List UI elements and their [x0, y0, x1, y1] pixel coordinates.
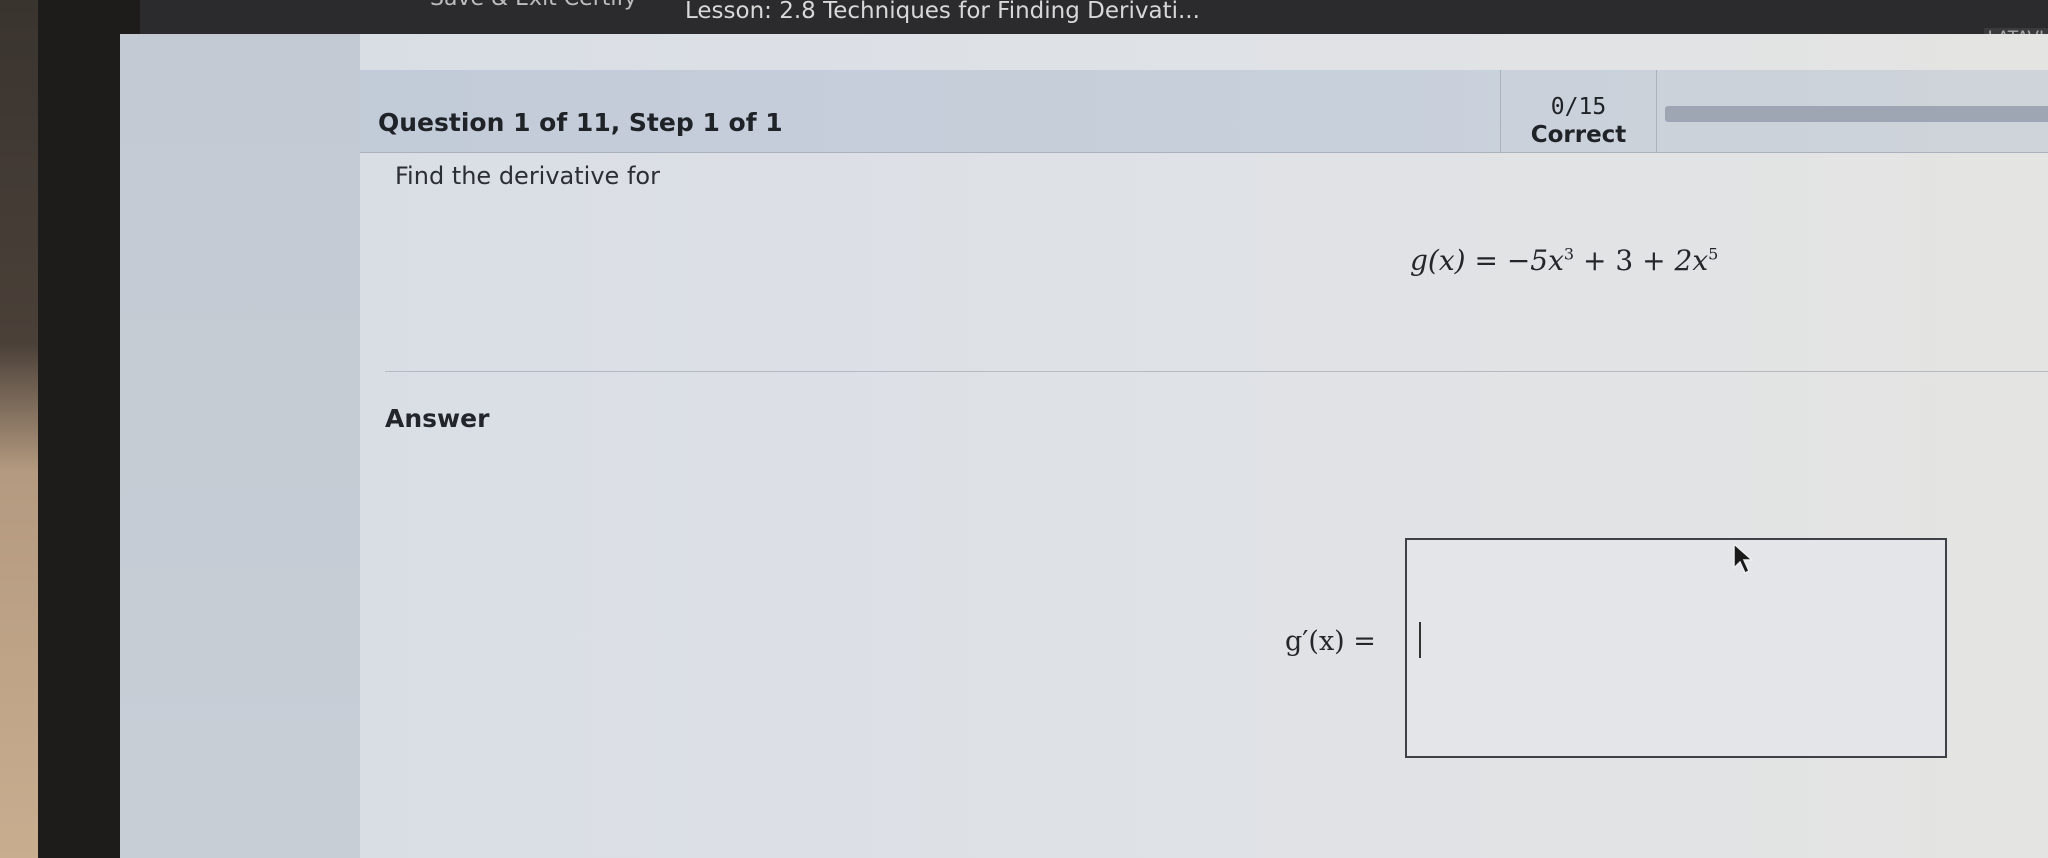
text-caret — [1419, 622, 1421, 658]
equation-op2: + — [1642, 244, 1666, 277]
equation-term2: 3 — [1615, 244, 1634, 277]
answer-lhs: g′(x) = — [1285, 626, 1376, 657]
equation-term1: −5x — [1506, 244, 1564, 277]
mouse-pointer-icon — [1733, 542, 1754, 575]
save-exit-link[interactable]: Save & Exit Certify — [430, 0, 637, 11]
section-divider — [385, 371, 2048, 372]
answer-input[interactable] — [1405, 538, 1947, 758]
answer-label: Answer — [385, 404, 490, 433]
equation-lhs: g(x) — [1410, 244, 1466, 277]
equation-op1: + — [1583, 244, 1607, 277]
top-bar: Save & Exit Certify Lesson: 2.8 Techniqu… — [140, 0, 2048, 48]
score-status: Correct — [1530, 122, 1627, 148]
question-card: Question 1 of 11, Step 1 of 1 0/15 Corre… — [360, 34, 2048, 858]
question-prompt: Find the derivative for — [395, 162, 660, 190]
equation-exp1: 3 — [1563, 244, 1575, 264]
function-equation: g(x) = −5x3 + 3 + 2x5 — [1410, 244, 1718, 277]
question-title: Question 1 of 11, Step 1 of 1 — [378, 108, 783, 137]
lesson-title: Lesson: 2.8 Techniques for Finding Deriv… — [685, 0, 1200, 24]
score-value: 0/15 — [1550, 94, 1607, 120]
progress-bar — [1665, 106, 2048, 122]
equation-term3: 2x — [1674, 244, 1709, 277]
left-panel — [120, 34, 360, 858]
equation-exp3: 5 — [1708, 244, 1719, 264]
question-header: Question 1 of 11, Step 1 of 1 0/15 Corre… — [360, 70, 2048, 153]
score-box: 0/15 Correct — [1500, 70, 1657, 152]
equation-equals: = — [1474, 244, 1498, 277]
app-screen: Question 1 of 11, Step 1 of 1 0/15 Corre… — [120, 34, 2048, 858]
